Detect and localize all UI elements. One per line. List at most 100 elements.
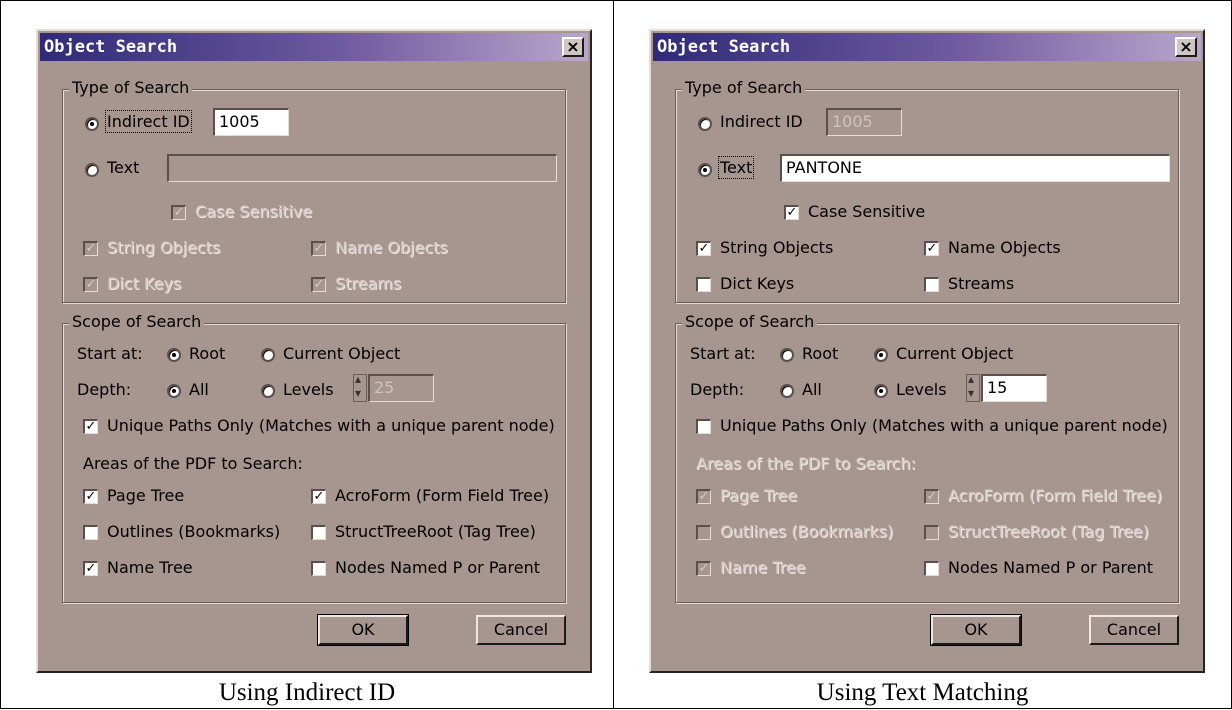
case-sensitive-checkbox[interactable]: ✓ — [784, 205, 799, 220]
dict-keys-label: Dict Keys — [107, 274, 182, 293]
streams-checkbox[interactable]: ✓ — [311, 277, 326, 292]
indirect-id-label: Indirect ID — [720, 112, 803, 131]
string-objects-label: String Objects — [720, 238, 834, 257]
text-radio[interactable] — [85, 163, 99, 177]
streams-label: Streams — [335, 274, 402, 293]
page-tree-checkbox[interactable]: ✓ — [83, 489, 98, 504]
depth-label: Depth: — [77, 380, 132, 399]
areas-label: Areas of the PDF to Search: — [696, 454, 916, 473]
cancel-button[interactable]: Cancel — [476, 615, 566, 645]
indirect-id-radio[interactable] — [85, 117, 99, 131]
structtreeroot-checkbox[interactable] — [924, 525, 939, 540]
outlines-label: Outlines (Bookmarks) — [720, 522, 894, 541]
caption: Using Text Matching — [816, 679, 1029, 706]
outlines-label: Outlines (Bookmarks) — [107, 522, 281, 541]
root-radio[interactable] — [167, 348, 181, 362]
page-tree-label: Page Tree — [107, 486, 185, 505]
structtreeroot-label: StructTreeRoot (Tag Tree) — [948, 522, 1149, 541]
page-tree-checkbox[interactable]: ✓ — [696, 489, 711, 504]
dict-keys-label: Dict Keys — [720, 274, 795, 293]
case-sensitive-checkbox[interactable]: ✓ — [171, 205, 186, 220]
ok-button[interactable]: OK — [930, 614, 1022, 646]
indirect-id-input[interactable]: 1005 — [213, 108, 289, 136]
case-sensitive-label: Case Sensitive — [195, 202, 313, 221]
dialog-title: Object Search — [44, 37, 178, 57]
dict-keys-checkbox[interactable]: ✓ — [83, 277, 98, 292]
text-input[interactable] — [167, 154, 557, 182]
nodes-named-p-label: Nodes Named P or Parent — [335, 558, 541, 577]
close-button[interactable]: × — [562, 37, 584, 57]
unique-paths-checkbox[interactable]: ✓ — [83, 419, 98, 434]
case-sensitive-label: Case Sensitive — [808, 202, 926, 221]
unique-paths-label: Unique Paths Only (Matches with a unique… — [107, 416, 555, 435]
name-objects-checkbox[interactable]: ✓ — [311, 241, 326, 256]
levels-input[interactable]: 15 — [981, 374, 1047, 402]
indirect-id-radio[interactable] — [698, 117, 712, 131]
acroform-checkbox[interactable]: ✓ — [924, 489, 939, 504]
ok-button[interactable]: OK — [317, 614, 409, 646]
areas-label: Areas of the PDF to Search: — [83, 454, 303, 473]
levels-spinner-arrows[interactable] — [353, 372, 367, 402]
scope-of-search-legend: Scope of Search — [69, 312, 205, 331]
object-search-dialog: Object Search × Type of Search Indirect … — [36, 29, 592, 673]
string-objects-label: String Objects — [107, 238, 221, 257]
root-label: Root — [802, 344, 839, 363]
unique-paths-label: Unique Paths Only (Matches with a unique… — [720, 416, 1168, 435]
caption: Using Indirect ID — [218, 679, 396, 706]
string-objects-checkbox[interactable]: ✓ — [696, 241, 711, 256]
text-label: Text — [107, 158, 140, 177]
cancel-button[interactable]: Cancel — [1089, 615, 1179, 645]
title-bar[interactable]: Object Search × — [653, 33, 1201, 61]
name-tree-checkbox[interactable]: ✓ — [696, 561, 711, 576]
type-of-search-legend: Type of Search — [682, 78, 806, 97]
outlines-checkbox[interactable] — [696, 525, 711, 540]
outlines-checkbox[interactable] — [83, 525, 98, 540]
levels-label: Levels — [283, 380, 334, 399]
levels-spinner-arrows[interactable] — [966, 372, 980, 402]
string-objects-checkbox[interactable]: ✓ — [83, 241, 98, 256]
levels-input[interactable]: 25 — [368, 374, 434, 402]
all-label: All — [189, 380, 209, 399]
dialog-title: Object Search — [657, 37, 791, 57]
object-search-dialog: Object Search × Type of Search Indirect … — [649, 29, 1205, 673]
acroform-label: AcroForm (Form Field Tree) — [948, 486, 1163, 505]
name-objects-label: Name Objects — [335, 238, 448, 257]
unique-paths-checkbox[interactable] — [696, 419, 711, 434]
page-tree-label: Page Tree — [720, 486, 798, 505]
name-tree-label: Name Tree — [720, 558, 806, 577]
nodes-named-p-checkbox[interactable] — [924, 561, 939, 576]
current-object-radio[interactable] — [874, 348, 888, 362]
current-object-label: Current Object — [283, 344, 401, 363]
indirect-id-label: Indirect ID — [105, 110, 192, 133]
scope-of-search-group: Scope of Search Start at: Root Current O… — [62, 312, 566, 603]
streams-label: Streams — [948, 274, 1015, 293]
left-panel: Object Search × Type of Search Indirect … — [0, 0, 614, 709]
streams-checkbox[interactable] — [924, 277, 939, 292]
levels-radio[interactable] — [261, 384, 275, 398]
right-panel: Object Search × Type of Search Indirect … — [613, 0, 1232, 709]
name-objects-label: Name Objects — [948, 238, 1061, 257]
all-radio[interactable] — [780, 384, 794, 398]
nodes-named-p-checkbox[interactable] — [311, 561, 326, 576]
name-objects-checkbox[interactable]: ✓ — [924, 241, 939, 256]
acroform-label: AcroForm (Form Field Tree) — [335, 486, 550, 505]
root-radio[interactable] — [780, 348, 794, 362]
name-tree-checkbox[interactable]: ✓ — [83, 561, 98, 576]
current-object-label: Current Object — [896, 344, 1014, 363]
dict-keys-checkbox[interactable] — [696, 277, 711, 292]
indirect-id-input[interactable]: 1005 — [826, 108, 902, 136]
start-at-label: Start at: — [77, 344, 143, 363]
name-tree-label: Name Tree — [107, 558, 193, 577]
levels-label: Levels — [896, 380, 947, 399]
levels-radio[interactable] — [874, 384, 888, 398]
text-radio[interactable] — [698, 163, 712, 177]
current-object-radio[interactable] — [261, 348, 275, 362]
title-bar[interactable]: Object Search × — [40, 33, 588, 61]
structtreeroot-label: StructTreeRoot (Tag Tree) — [335, 522, 536, 541]
acroform-checkbox[interactable]: ✓ — [311, 489, 326, 504]
start-at-label: Start at: — [690, 344, 756, 363]
structtreeroot-checkbox[interactable] — [311, 525, 326, 540]
text-input[interactable]: PANTONE — [780, 154, 1170, 182]
all-radio[interactable] — [167, 384, 181, 398]
close-button[interactable]: × — [1175, 37, 1197, 57]
